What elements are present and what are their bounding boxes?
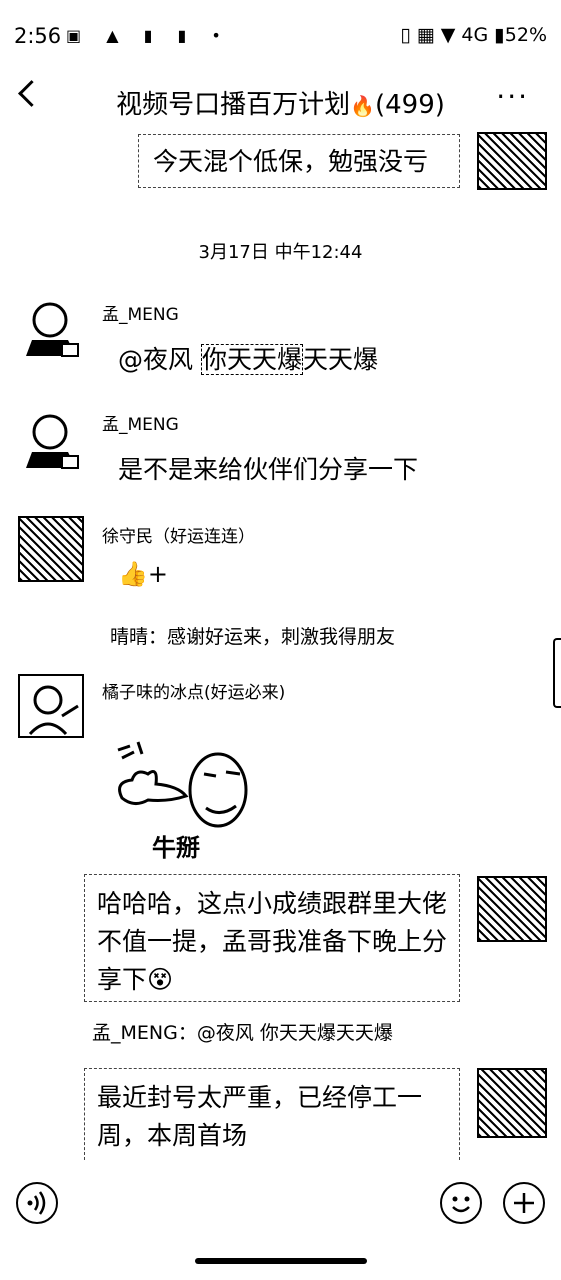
quoted-message[interactable]: 孟_MENG：@夜风 你天天爆天天爆 — [92, 1018, 393, 1045]
avatar[interactable] — [18, 674, 84, 738]
sticker-caption: 牛掰 — [152, 834, 200, 862]
plus-icon[interactable] — [503, 1182, 545, 1224]
sender-name: 孟_MENG — [102, 305, 179, 325]
message-bubble[interactable]: 最近封号太严重，已经停工一周，本周首场 — [84, 1068, 460, 1160]
sender-name: 孟_MENG — [102, 415, 179, 435]
avatar[interactable] — [477, 1068, 547, 1138]
avatar[interactable] — [18, 296, 82, 360]
message-text[interactable]: @夜风 你天天爆天天爆 — [118, 340, 378, 376]
mention: @夜风 — [118, 345, 201, 374]
system-icons: ▯ ▦ ▼ 4G — [400, 24, 489, 46]
battery-icon: ▮ — [494, 24, 505, 46]
sender-name: 橘子味的冰点(好运必来) — [102, 683, 286, 703]
status-right: ▯ ▦ ▼ 4G ▮52% — [400, 24, 547, 46]
message-text: 今天混个低保，勉强没亏 — [153, 147, 429, 176]
avatar[interactable] — [18, 516, 84, 582]
sticker-image[interactable]: 牛掰 — [108, 738, 254, 862]
message-text: 哈哈哈，这点小成绩跟群里大佬不值一提，孟哥我准备下晚上分享下😵 — [97, 889, 448, 994]
home-indicator[interactable] — [195, 1258, 367, 1264]
message-text: 最近封号太严重，已经停工一周，本周首场 — [97, 1083, 423, 1150]
fire-icon: 🔥 — [350, 94, 375, 118]
message-text[interactable]: 是不是来给伙伴们分享一下 — [118, 450, 418, 486]
sender-name: 徐守民（好运连连） — [102, 527, 255, 547]
highlighted-text: 你天天爆 — [200, 344, 303, 375]
reaction-thumbs-up-icon[interactable]: 👍+ — [118, 560, 168, 588]
avatar[interactable] — [477, 132, 547, 190]
group-name: 视频号口播百万计划 — [116, 90, 351, 120]
emoji-icon[interactable] — [440, 1182, 482, 1224]
notification-icons: ▣ ▲ ▮ ▮ • — [66, 26, 231, 45]
message-rest: 天天爆 — [302, 345, 378, 374]
more-icon[interactable]: ··· — [496, 80, 529, 113]
bull-sticker-icon — [117, 741, 248, 828]
avatar[interactable] — [18, 408, 82, 472]
chat-title: 视频号口播百万计划🔥(499) — [0, 84, 561, 121]
member-count: (499) — [375, 90, 445, 120]
scroll-handle[interactable] — [553, 638, 561, 708]
message-bubble[interactable]: 哈哈哈，这点小成绩跟群里大佬不值一提，孟哥我准备下晚上分享下😵 — [84, 874, 460, 1002]
avatar[interactable] — [477, 876, 547, 942]
status-time: 2:56 — [14, 24, 62, 48]
battery-level: 52% — [504, 24, 547, 46]
message-bubble[interactable]: 今天混个低保，勉强没亏 — [138, 134, 460, 188]
timestamp: 3月17日 中午12:44 — [198, 242, 363, 263]
quoted-message[interactable]: 晴晴：感谢好运来，刺激我得朋友 — [110, 622, 395, 649]
voice-icon[interactable] — [16, 1182, 58, 1224]
